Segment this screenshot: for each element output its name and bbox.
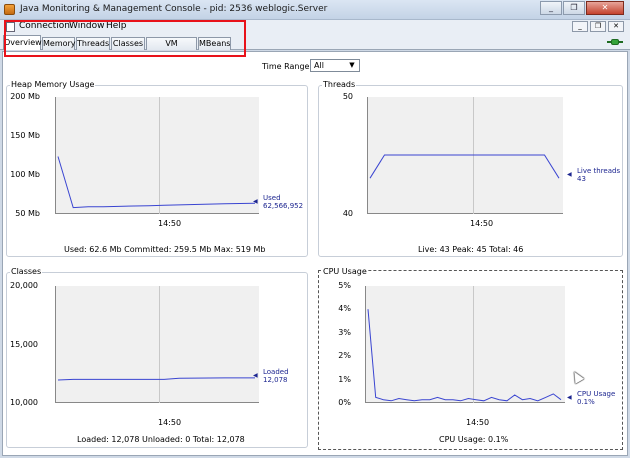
cpu-ytick: 4% [338, 304, 351, 313]
series-line [57, 377, 255, 381]
legend-marker-icon: ◀ [253, 198, 258, 205]
classes-chart [55, 286, 259, 403]
window-title: Java Monitoring & Management Console - p… [20, 4, 328, 14]
heap-xtick: 14:50 [158, 219, 182, 228]
internal-close-button[interactable]: ✕ [608, 21, 624, 32]
window-maximize-button[interactable]: ❐ [563, 1, 585, 15]
threads-xtick: 14:50 [470, 219, 494, 228]
window-titlebar[interactable]: Java Monitoring & Management Console - p… [0, 0, 630, 20]
heap-ytick: 50 Mb [15, 209, 40, 218]
cpu-ytick: 1% [338, 375, 351, 384]
time-range-value: All [314, 61, 324, 70]
heap-legend: ◀ Used 62,566,952 [253, 194, 304, 210]
cpu-legend-name: CPU Usage [577, 390, 616, 398]
heap-ytick: 200 Mb [10, 92, 40, 101]
classes-title: Classes [10, 267, 43, 276]
chart-svg [57, 156, 256, 209]
java-app-icon [4, 4, 15, 15]
series-line [57, 156, 256, 209]
cpu-footer: CPU Usage: 0.1% [439, 435, 509, 444]
legend-marker-icon: ◀ [567, 171, 572, 178]
chart-svg [369, 154, 560, 179]
threads-ytick: 50 [342, 92, 353, 101]
internal-restore-button[interactable]: ❐ [590, 21, 606, 32]
chart-svg [367, 309, 562, 402]
classes-ytick: 20,000 [10, 281, 38, 290]
threads-legend-name: Live threads [577, 167, 621, 175]
threads-legend-value: 43 [577, 175, 586, 183]
connection-status-icon[interactable] [607, 37, 623, 47]
cpu-ytick: 5% [338, 281, 351, 290]
cpu-xtick: 14:50 [466, 418, 490, 427]
threads-ytick: 40 [342, 209, 353, 218]
heap-ytick: 150 Mb [10, 131, 40, 140]
legend-marker-icon: ◀ [253, 372, 258, 379]
classes-legend-value: 12,078 [263, 376, 288, 384]
cpu-legend: ◀ CPU Usage 0.1% [567, 390, 616, 406]
threads-legend: ◀ Live threads 43 [567, 167, 621, 183]
threads-footer: Live: 43 Peak: 45 Total: 46 [418, 245, 524, 254]
internal-minimize-button[interactable]: _ [572, 21, 588, 32]
classes-legend-name: Loaded [263, 368, 289, 376]
legend-marker-icon: ◀ [567, 394, 572, 401]
heap-legend-name: Used [263, 194, 281, 202]
cpu-usage-chart [365, 286, 565, 403]
chart-svg [57, 377, 255, 381]
classes-ytick: 15,000 [10, 340, 38, 349]
classes-footer: Loaded: 12,078 Unloaded: 0 Total: 12,078 [77, 435, 245, 444]
heap-footer: Used: 62.6 Mb Committed: 259.5 Mb Max: 5… [64, 245, 266, 254]
heap-memory-title: Heap Memory Usage [10, 80, 96, 89]
window-minimize-button[interactable]: _ [540, 1, 562, 15]
time-range-label: Time Range: [262, 62, 313, 71]
threads-title: Threads [322, 80, 357, 89]
heap-memory-chart [55, 97, 259, 214]
series-line [367, 309, 562, 402]
classes-ytick: 10,000 [10, 398, 38, 407]
heap-legend-value: 62,566,952 [263, 202, 304, 210]
cpu-usage-title: CPU Usage [322, 267, 368, 276]
window-close-button[interactable]: ✕ [586, 1, 624, 15]
cpu-ytick: 3% [338, 328, 351, 337]
threads-chart [367, 97, 563, 214]
highlight-annotation-box [4, 20, 246, 57]
cpu-legend-value: 0.1% [577, 398, 595, 406]
heap-ytick: 100 Mb [10, 170, 40, 179]
chevron-down-icon: ▼ [349, 61, 355, 69]
classes-xtick: 14:50 [158, 418, 182, 427]
cpu-ytick: 0% [338, 398, 351, 407]
cpu-ytick: 2% [338, 351, 351, 360]
series-line [369, 154, 560, 179]
time-range-select[interactable]: All ▼ [310, 59, 360, 72]
classes-legend: ◀ Loaded 12,078 [253, 368, 289, 384]
